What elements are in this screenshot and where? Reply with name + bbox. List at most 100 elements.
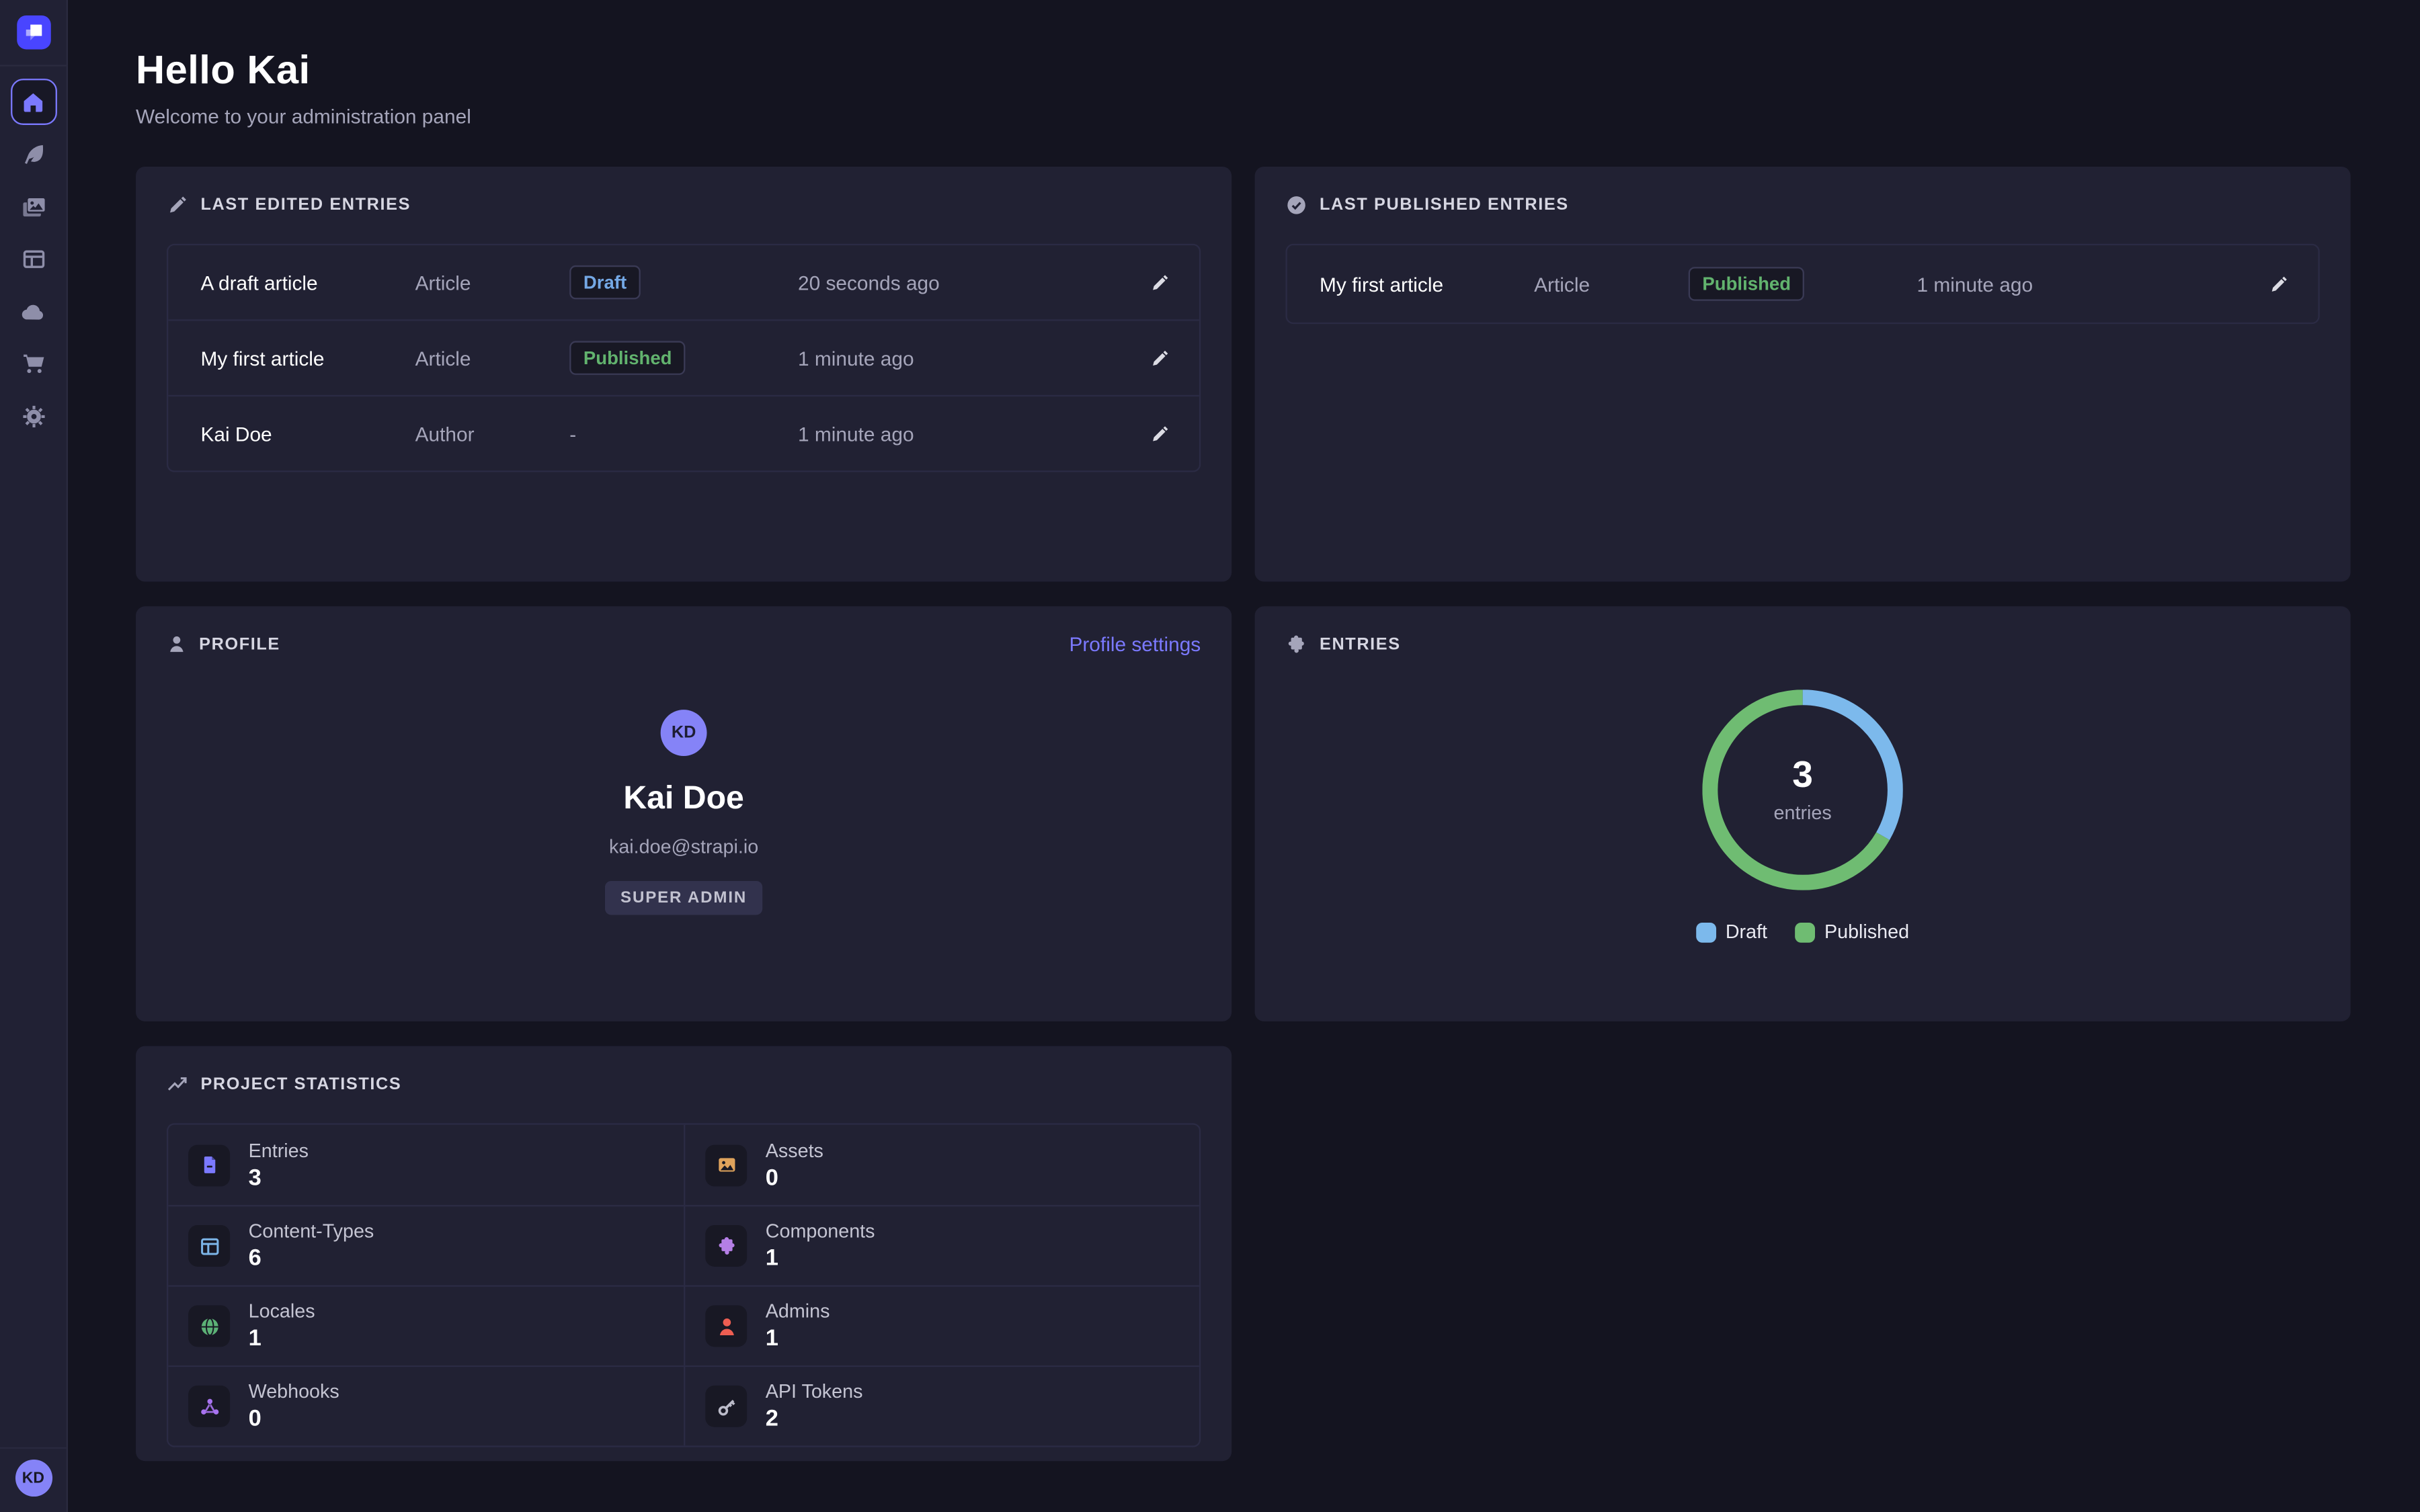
table-row: My first article Article Published 1 min… xyxy=(168,319,1199,394)
entries-unit: entries xyxy=(1774,802,1832,823)
pencil-icon xyxy=(1149,272,1169,292)
profile-email: kai.doe@strapi.io xyxy=(609,836,758,857)
edit-entry-button[interactable] xyxy=(1141,348,1178,368)
profile-card: PROFILE Profile settings KD Kai Doe kai.… xyxy=(136,606,1232,1021)
media-pictures-icon xyxy=(21,194,46,219)
trending-up-icon xyxy=(167,1074,188,1095)
strapi-logo-icon[interactable] xyxy=(16,15,50,50)
card-header: LAST EDITED ENTRIES xyxy=(167,194,1201,216)
stat-api-tokens: API Tokens 2 xyxy=(684,1366,1199,1445)
person-icon xyxy=(705,1305,747,1347)
edit-entry-button[interactable] xyxy=(1141,423,1178,444)
widgets-grid: LAST EDITED ENTRIES A draft article Arti… xyxy=(136,167,2352,1461)
stat-value: 1 xyxy=(766,1325,830,1351)
strapi-mark-icon xyxy=(16,15,50,50)
stat-value: 0 xyxy=(249,1406,339,1432)
stat-components: Components 1 xyxy=(684,1205,1199,1285)
sidebar-footer: KD xyxy=(0,1447,67,1512)
card-header: PROFILE xyxy=(167,634,1201,655)
cart-icon xyxy=(21,351,46,376)
page-subtitle: Welcome to your administration panel xyxy=(136,105,2352,128)
stat-admins: Admins 1 xyxy=(684,1285,1199,1365)
project-statistics-card: PROJECT STATISTICS Entries3 Assets 0 xyxy=(136,1046,1232,1462)
entries-donut-wrap: 3 entries Draft Published xyxy=(1285,689,2319,943)
stat-content-types: Content-Types 6 xyxy=(168,1205,684,1285)
sidebar-item-content-manager[interactable] xyxy=(10,131,56,177)
globe-icon xyxy=(188,1305,230,1347)
stat-assets: Assets 0 xyxy=(684,1125,1199,1205)
entry-time: 20 seconds ago xyxy=(798,271,1141,294)
donut-center-label: 3 entries xyxy=(1702,689,1902,890)
sidebar-item-home[interactable] xyxy=(10,79,56,125)
last-edited-table: A draft article Article Draft 20 seconds… xyxy=(167,244,1201,472)
draft-swatch-icon xyxy=(1696,922,1716,942)
legend-item-draft: Draft xyxy=(1696,921,1767,943)
sidebar-item-marketplace[interactable] xyxy=(10,341,56,387)
check-circle-icon xyxy=(1285,194,1307,216)
stats-grid: Entries3 Assets 0 Content-Types 6 xyxy=(167,1123,1201,1447)
edit-entry-button[interactable] xyxy=(1141,272,1178,292)
entries-total: 3 xyxy=(1792,757,1813,794)
legend-item-published: Published xyxy=(1795,921,1909,943)
entry-name: A draft article xyxy=(200,271,415,294)
user-avatar[interactable]: KD xyxy=(15,1460,52,1497)
stat-label: Webhooks xyxy=(249,1381,339,1402)
card-title: PROJECT STATISTICS xyxy=(200,1075,401,1094)
card-header: LAST PUBLISHED ENTRIES xyxy=(1285,194,2319,216)
stat-value: 0 xyxy=(766,1164,823,1190)
last-published-table: My first article Article Published 1 min… xyxy=(1285,244,2319,324)
pencil-icon xyxy=(2268,274,2288,294)
stat-label: API Tokens xyxy=(766,1381,863,1402)
feather-pen-icon xyxy=(21,142,46,167)
image-icon xyxy=(705,1144,747,1185)
stat-value: 3 xyxy=(249,1164,309,1190)
stat-label: Admins xyxy=(766,1300,830,1322)
gear-icon xyxy=(21,405,46,429)
stat-label: Assets xyxy=(766,1140,823,1161)
card-title: LAST PUBLISHED ENTRIES xyxy=(1320,196,1569,215)
layout-builder-icon xyxy=(21,247,46,271)
legend-label: Draft xyxy=(1726,921,1767,943)
document-icon xyxy=(188,1144,230,1185)
pencil-icon xyxy=(167,194,188,216)
sidebar: KD xyxy=(0,0,68,1512)
profile-body: KD Kai Doe kai.doe@strapi.io SUPER ADMIN xyxy=(167,710,1201,915)
entry-type: Author xyxy=(415,422,570,445)
last-published-entries-card: LAST PUBLISHED ENTRIES My first article … xyxy=(1255,167,2351,582)
sidebar-nav xyxy=(10,67,56,440)
published-swatch-icon xyxy=(1795,922,1815,942)
logo-container xyxy=(0,0,67,67)
entry-type: Article xyxy=(1534,272,1689,295)
stat-value: 2 xyxy=(766,1406,863,1432)
stat-locales: Locales1 xyxy=(168,1285,684,1365)
stat-value: 6 xyxy=(249,1245,374,1271)
profile-avatar: KD xyxy=(661,710,707,756)
sidebar-item-cloud[interactable] xyxy=(10,288,56,335)
edit-entry-button[interactable] xyxy=(2259,274,2296,294)
card-header: ENTRIES xyxy=(1285,634,2319,656)
person-icon xyxy=(167,634,187,655)
stat-value: 1 xyxy=(249,1325,315,1351)
legend-label: Published xyxy=(1824,921,1909,943)
table-row: Kai Doe Author - 1 minute ago xyxy=(168,395,1199,471)
sidebar-item-content-type-builder[interactable] xyxy=(10,236,56,282)
entry-name: Kai Doe xyxy=(200,422,415,445)
key-icon xyxy=(705,1386,747,1427)
sidebar-item-media-library[interactable] xyxy=(10,183,56,230)
stat-entries: Entries3 xyxy=(168,1125,684,1205)
stat-value: 1 xyxy=(766,1245,875,1271)
webhook-icon xyxy=(188,1386,230,1427)
app-root: KD Hello Kai Welcome to your administrat… xyxy=(0,0,2420,1512)
puzzle-icon xyxy=(705,1225,747,1267)
stat-label: Content-Types xyxy=(249,1220,374,1242)
card-title: ENTRIES xyxy=(1320,636,1401,655)
sidebar-item-settings[interactable] xyxy=(10,393,56,439)
entry-time: 1 minute ago xyxy=(1917,272,2260,295)
status-badge: Published xyxy=(569,341,686,375)
home-icon xyxy=(22,90,44,113)
main-content: Hello Kai Welcome to your administration… xyxy=(68,0,2420,1461)
profile-settings-link[interactable]: Profile settings xyxy=(1069,632,1201,655)
stat-label: Components xyxy=(766,1220,875,1242)
last-edited-entries-card: LAST EDITED ENTRIES A draft article Arti… xyxy=(136,167,1232,582)
cloud-icon xyxy=(20,298,46,325)
